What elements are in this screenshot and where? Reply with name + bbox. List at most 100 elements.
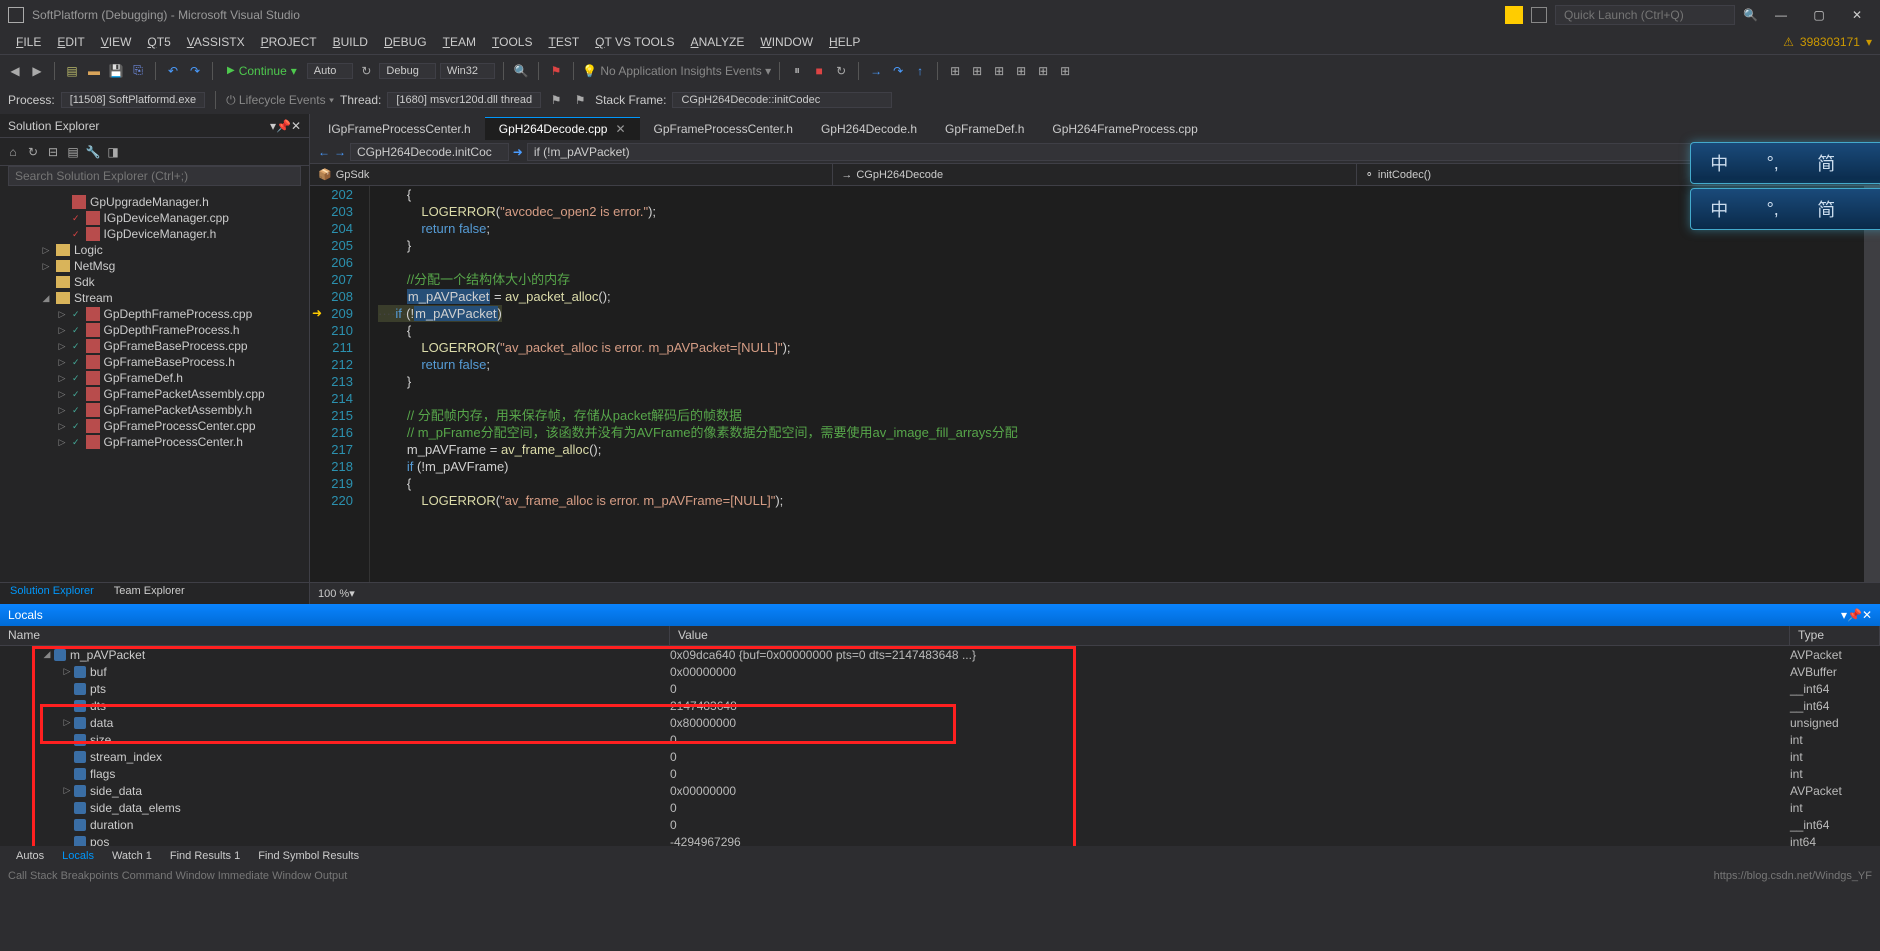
menu-edit[interactable]: EDIT: [49, 33, 92, 51]
locals-row[interactable]: ▷side_data0x00000000 AVPacket: [0, 782, 1880, 799]
locals-row[interactable]: duration0__int64: [0, 816, 1880, 833]
menu-test[interactable]: TEST: [540, 33, 587, 51]
menu-qt-vs-tools[interactable]: QT VS TOOLS: [587, 33, 682, 51]
debug-config-dropdown[interactable]: Debug: [379, 63, 435, 79]
locals-col-value[interactable]: Value: [670, 626, 1790, 645]
condition-dropdown[interactable]: if (!m_pAVPacket): [527, 143, 1872, 161]
menu-debug[interactable]: DEBUG: [376, 33, 435, 51]
step-icon1[interactable]: ⚑: [547, 62, 565, 80]
bottom-tab[interactable]: Autos: [8, 849, 52, 863]
nav-fwd-icon[interactable]: →: [334, 145, 346, 159]
nav-fwd-icon[interactable]: ▶: [28, 62, 46, 80]
menu-vassistx[interactable]: VASSISTX: [179, 33, 253, 51]
close-panel-icon[interactable]: ✕: [291, 119, 301, 133]
solution-search-input[interactable]: [8, 166, 301, 186]
step-into-icon[interactable]: →: [867, 62, 885, 80]
tree-item[interactable]: ▷✓GpFrameBaseProcess.cpp: [0, 338, 309, 354]
locals-row[interactable]: pos-4294967296int64: [0, 833, 1880, 846]
locals-row[interactable]: flags0int: [0, 765, 1880, 782]
document-tab[interactable]: IGpFrameProcessCenter.h: [314, 117, 485, 140]
panel-close-icon[interactable]: ✕: [1862, 608, 1872, 622]
minimize-button[interactable]: —: [1766, 5, 1796, 25]
menu-help[interactable]: HELP: [821, 33, 868, 51]
solution-tab[interactable]: Team Explorer: [104, 583, 195, 604]
scope-dropdown[interactable]: CGpH264Decode.initCoc: [350, 143, 509, 161]
locals-body[interactable]: ◢m_pAVPacket0x09dca640 {buf=0x00000000 p…: [0, 646, 1880, 846]
refresh-icon[interactable]: ↻: [357, 62, 375, 80]
bottom-tab[interactable]: Locals: [54, 849, 102, 863]
step-out-icon[interactable]: ↑: [911, 62, 929, 80]
show-all-icon[interactable]: ▤: [64, 143, 82, 161]
platform-dropdown[interactable]: Win32: [440, 63, 495, 79]
undo-icon[interactable]: ↶: [164, 62, 182, 80]
bottom-tab[interactable]: Find Results 1: [162, 849, 248, 863]
feedback-icon[interactable]: [1531, 7, 1547, 23]
pin-icon[interactable]: 📌: [276, 119, 291, 133]
menu-file[interactable]: FILE: [8, 33, 49, 51]
ime-bar-2[interactable]: 中°,简☽: [1690, 188, 1880, 230]
tree-item[interactable]: ▷✓GpDepthFrameProcess.h: [0, 322, 309, 338]
tree-item[interactable]: Sdk: [0, 274, 309, 290]
thread-flag-icon[interactable]: ⚑: [547, 91, 565, 109]
locals-col-type[interactable]: Type: [1790, 626, 1880, 645]
zoom-chevron-icon[interactable]: ▾: [349, 587, 355, 600]
close-button[interactable]: ✕: [1842, 5, 1872, 25]
search-icon[interactable]: 🔍: [1743, 8, 1758, 22]
bottom-tab[interactable]: Find Symbol Results: [250, 849, 367, 863]
nav-back-icon[interactable]: ←: [318, 145, 330, 159]
save-icon[interactable]: 💾: [107, 62, 125, 80]
chevron-down-icon[interactable]: ▾: [1866, 35, 1872, 49]
tb-extra-6[interactable]: ⊞: [1056, 62, 1074, 80]
tb-extra-1[interactable]: ⊞: [946, 62, 964, 80]
panel-pin-icon[interactable]: 📌: [1847, 608, 1862, 622]
config-dropdown[interactable]: Auto: [307, 63, 354, 79]
tree-item[interactable]: ▷✓GpFrameProcessCenter.h: [0, 434, 309, 450]
menu-project[interactable]: PROJECT: [253, 33, 325, 51]
menu-build[interactable]: BUILD: [325, 33, 376, 51]
tree-item[interactable]: ▷✓GpFrameDef.h: [0, 370, 309, 386]
tree-item[interactable]: ▷✓GpFramePacketAssembly.h: [0, 402, 309, 418]
properties-icon[interactable]: 🔧: [84, 143, 102, 161]
redo-icon[interactable]: ↷: [186, 62, 204, 80]
locals-row[interactable]: stream_index0int: [0, 748, 1880, 765]
tree-item[interactable]: GpUpgradeManager.h: [0, 194, 309, 210]
menu-window[interactable]: WINDOW: [752, 33, 821, 51]
locals-row[interactable]: pts0__int64: [0, 680, 1880, 697]
locals-row[interactable]: size0int: [0, 731, 1880, 748]
restart-icon[interactable]: ↻: [832, 62, 850, 80]
notification-count[interactable]: 398303171: [1800, 35, 1860, 49]
tree-item[interactable]: ◢Stream: [0, 290, 309, 306]
menu-team[interactable]: TEAM: [435, 33, 484, 51]
continue-button[interactable]: Continue▾: [221, 62, 303, 80]
document-tab[interactable]: GpH264Decode.h: [807, 117, 931, 140]
insights-dropdown[interactable]: 💡 No Application Insights Events ▾: [582, 64, 771, 78]
solution-tree[interactable]: GpUpgradeManager.h✓IGpDeviceManager.cpp✓…: [0, 190, 309, 582]
tree-item[interactable]: ✓IGpDeviceManager.cpp: [0, 210, 309, 226]
collapse-icon[interactable]: ⊟: [44, 143, 62, 161]
close-tab-icon[interactable]: ✕: [615, 122, 625, 136]
process-dropdown[interactable]: [11508] SoftPlatformd.exe: [61, 92, 205, 108]
tree-item[interactable]: ▷✓GpFramePacketAssembly.cpp: [0, 386, 309, 402]
tree-item[interactable]: ▷✓GpDepthFrameProcess.cpp: [0, 306, 309, 322]
thread-flag2-icon[interactable]: ⚑: [571, 91, 589, 109]
document-tab[interactable]: GpFrameDef.h: [931, 117, 1038, 140]
menu-analyze[interactable]: ANALYZE: [683, 33, 753, 51]
tree-item[interactable]: ▷✓GpFrameBaseProcess.h: [0, 354, 309, 370]
nav-back-icon[interactable]: ◀: [6, 62, 24, 80]
tree-item[interactable]: ✓IGpDeviceManager.h: [0, 226, 309, 242]
sync-icon[interactable]: ↻: [24, 143, 42, 161]
menu-tools[interactable]: TOOLS: [484, 33, 540, 51]
locals-row[interactable]: ▷data0x80000000 unsigned: [0, 714, 1880, 731]
quick-launch-input[interactable]: [1555, 5, 1735, 25]
document-tab[interactable]: GpH264FrameProcess.cpp: [1038, 117, 1211, 140]
stackframe-dropdown[interactable]: CGpH264Decode::initCodec: [672, 92, 892, 108]
open-icon[interactable]: ▬: [85, 62, 103, 80]
locals-row[interactable]: ◢m_pAVPacket0x09dca640 {buf=0x00000000 p…: [0, 646, 1880, 663]
solution-tab[interactable]: Solution Explorer: [0, 583, 104, 604]
locals-col-name[interactable]: Name: [0, 626, 670, 645]
tree-item[interactable]: ▷NetMsg: [0, 258, 309, 274]
bottom-tab[interactable]: Watch 1: [104, 849, 160, 863]
zoom-level[interactable]: 100 %: [318, 588, 349, 600]
locals-row[interactable]: dts2147483648__int64: [0, 697, 1880, 714]
tree-item[interactable]: ▷✓GpFrameProcessCenter.cpp: [0, 418, 309, 434]
